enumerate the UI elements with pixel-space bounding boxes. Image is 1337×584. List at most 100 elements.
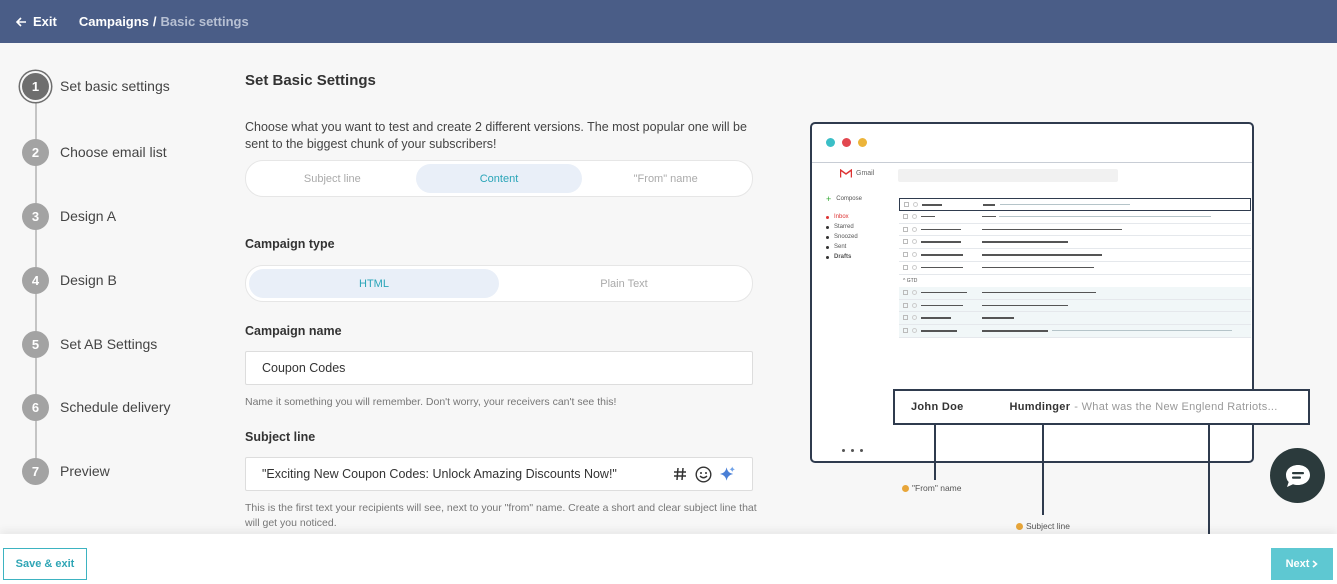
mock-email-row: [899, 299, 1251, 313]
gmail-logo: Gmail: [840, 169, 874, 178]
mock-folder: Starred: [826, 222, 862, 232]
arrow-left-icon: [16, 16, 26, 27]
mock-email-row: [899, 286, 1251, 300]
mock-email-row: [899, 262, 1251, 275]
callout-preview: - What was the New Englend Ratriots...: [1074, 401, 1278, 413]
test-option-content[interactable]: Content: [415, 164, 583, 193]
mock-folder: Sent: [826, 242, 862, 252]
from-name-annotation: "From" name: [902, 483, 962, 493]
campaign-name-input[interactable]: Coupon Codes: [245, 351, 753, 385]
step-label: Preview: [60, 463, 110, 479]
step-design-a[interactable]: 3 Design A: [22, 202, 116, 230]
subject-line-value: "Exciting New Coupon Codes: Unlock Amazi…: [262, 467, 617, 481]
subject-tools: [671, 465, 736, 483]
dot-yellow: [858, 138, 867, 147]
callout-from-name: John Doe: [911, 401, 964, 413]
mock-email-rows: ^ GTD: [899, 198, 1251, 338]
mock-email-row: [899, 211, 1251, 224]
subject-line-hint: This is the first text your recipients w…: [245, 502, 757, 529]
breadcrumb-separator: /: [152, 14, 157, 29]
mock-email-row: [899, 325, 1251, 338]
step-label: Set AB Settings: [60, 336, 158, 352]
settings-description: Choose what you want to test and create …: [245, 120, 747, 151]
step-set-basic-settings[interactable]: 1 Set basic settings: [22, 72, 170, 100]
subject-line-label: Subject line: [245, 430, 316, 444]
campaign-type-plain-text[interactable]: Plain Text: [499, 269, 749, 298]
gmail-m-icon: [840, 169, 852, 178]
window-separator: [812, 162, 1252, 163]
next-label: Next: [1285, 558, 1310, 570]
campaign-type-selector: HTML Plain Text: [245, 265, 753, 302]
step-label: Choose email list: [60, 144, 167, 160]
mock-folder: Inbox: [826, 212, 862, 222]
step-set-ab-settings[interactable]: 5 Set AB Settings: [22, 330, 157, 358]
step-label: Schedule delivery: [60, 399, 171, 415]
breadcrumb: Campaigns / Basic settings: [79, 14, 249, 29]
test-type-selector: Subject line Content "From" name: [245, 160, 753, 197]
exit-label: Exit: [33, 14, 57, 29]
mock-group-label: ^ GTD: [903, 277, 918, 284]
step-number: 3: [22, 202, 49, 230]
preview-connector: [1208, 425, 1210, 534]
step-label: Design A: [60, 208, 117, 224]
step-number: 7: [22, 457, 49, 485]
from-name-connector: [934, 425, 936, 480]
subject-connector: [1042, 425, 1044, 515]
ai-sparkle-icon[interactable]: [719, 466, 736, 483]
step-number: 5: [22, 330, 49, 358]
step-number: 2: [22, 138, 49, 166]
window-dots: [826, 138, 867, 147]
test-option-from-name[interactable]: "From" name: [582, 164, 749, 193]
chat-icon: [1285, 464, 1310, 487]
breadcrumb-current: Basic settings: [160, 14, 249, 29]
mock-sidebar: + Compose Inbox Starred Snoozed Sent Draf…: [826, 194, 862, 262]
bottom-bar: Save & exit Next: [0, 534, 1337, 584]
mock-folder: Drafts: [826, 252, 862, 262]
step-number: 6: [22, 393, 49, 421]
breadcrumb-campaigns[interactable]: Campaigns: [79, 14, 149, 29]
step-number: 1: [22, 72, 49, 100]
step-choose-email-list[interactable]: 2 Choose email list: [22, 138, 167, 166]
campaign-type-label: Campaign type: [245, 237, 335, 251]
mock-email-row: [899, 236, 1251, 250]
test-option-subject-line[interactable]: Subject line: [249, 164, 416, 193]
step-preview[interactable]: 7 Preview: [22, 457, 110, 485]
basic-settings-form: Set Basic Settings Choose what you want …: [245, 72, 757, 529]
exit-button[interactable]: Exit: [16, 14, 57, 29]
hashtag-icon[interactable]: [671, 466, 688, 483]
save-exit-button[interactable]: Save & exit: [3, 548, 87, 580]
info-icon: [1016, 522, 1023, 530]
chevron-right-icon: [1312, 560, 1319, 568]
mock-email-row: [899, 224, 1251, 237]
info-icon: [902, 484, 909, 492]
step-design-b[interactable]: 4 Design B: [22, 266, 117, 294]
campaign-type-html[interactable]: HTML: [249, 269, 499, 298]
dot-teal: [826, 138, 835, 147]
chat-button[interactable]: [1270, 448, 1325, 503]
dot-red: [842, 138, 851, 147]
step-schedule-delivery[interactable]: 6 Schedule delivery: [22, 393, 171, 421]
mock-footer-dots: [842, 449, 863, 452]
step-label: Set basic settings: [60, 78, 170, 94]
subject-line-input[interactable]: "Exciting New Coupon Codes: Unlock Amazi…: [245, 457, 753, 491]
campaign-name-value: Coupon Codes: [262, 361, 346, 375]
mock-compose: + Compose: [826, 194, 862, 204]
gmail-label: Gmail: [856, 170, 875, 177]
callout-sender: Humdinger: [1009, 401, 1071, 413]
step-label: Design B: [60, 272, 117, 288]
top-bar: Exit Campaigns / Basic settings: [0, 0, 1337, 43]
step-number: 4: [22, 266, 49, 294]
mock-email-row: [899, 198, 1251, 211]
emoji-icon[interactable]: [695, 465, 712, 483]
campaign-name-hint: Name it something you will remember. Don…: [245, 396, 617, 408]
mock-email-row: [899, 312, 1251, 326]
save-exit-label: Save & exit: [15, 558, 75, 570]
mock-search-bar: [898, 169, 1118, 182]
mock-email-row: [899, 249, 1251, 262]
subject-line-annotation: Subject line: [1016, 521, 1070, 531]
next-button[interactable]: Next: [1271, 548, 1333, 580]
inbox-callout: John Doe Humdinger - What was the New En…: [893, 389, 1310, 425]
mock-folder: Snoozed: [826, 232, 862, 242]
campaign-name-label: Campaign name: [245, 324, 342, 338]
page-title: Set Basic Settings: [245, 72, 376, 89]
